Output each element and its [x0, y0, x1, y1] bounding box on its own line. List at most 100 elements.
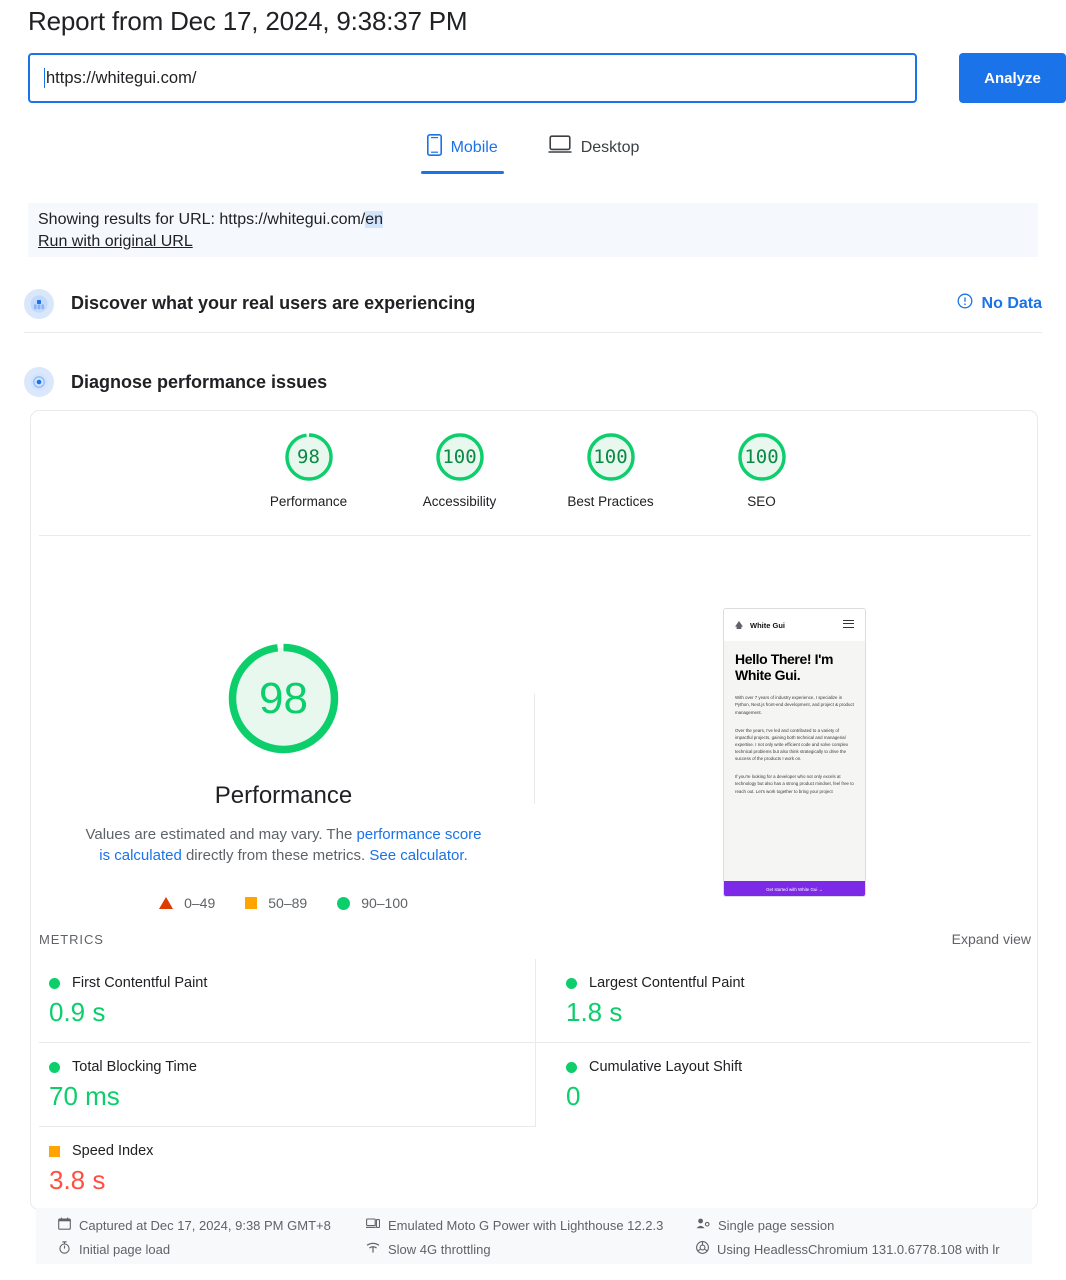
- gauge-accessibility[interactable]: 100 Accessibility: [412, 430, 508, 509]
- score-legend: 0–49 50–89 90–100: [31, 895, 536, 911]
- metadata-throttling: Slow 4G throttling: [366, 1241, 696, 1257]
- section-diagnose: Diagnose performance issues: [24, 353, 1042, 411]
- thumbnail-header: White Gui: [724, 609, 865, 641]
- metadata-throttling-label: Slow 4G throttling: [388, 1241, 491, 1257]
- no-data-label: No Data: [981, 294, 1042, 312]
- desc-part-2: directly from these metrics.: [181, 847, 370, 865]
- metadata-page-load-label: Initial page load: [79, 1241, 171, 1257]
- metric-name: First Contentful Paint: [72, 975, 208, 991]
- metric-name: Largest Contentful Paint: [589, 975, 745, 991]
- performance-description: Values are estimated and may vary. The p…: [31, 824, 536, 867]
- metadata-column-1: Captured at Dec 17, 2024, 9:38 PM GMT+8 …: [36, 1217, 366, 1264]
- gauge-seo[interactable]: 100 SEO: [714, 430, 810, 509]
- metadata-session-label: Single page session: [718, 1217, 835, 1233]
- gauge-label-best-practices: Best Practices: [567, 494, 654, 509]
- stopwatch-icon: [58, 1241, 71, 1257]
- metric-largest-contentful-paint[interactable]: Largest Contentful Paint 1.8 s: [535, 959, 1031, 1043]
- desktop-monitor-icon: [548, 135, 572, 160]
- gauge-label-seo: SEO: [747, 494, 776, 509]
- category-score-gauges: 98 Performance 100 Accessibility 100 Bes…: [31, 430, 1039, 509]
- desc-part-1: Values are estimated and may vary. The: [85, 826, 357, 843]
- performance-gauge: 98: [221, 636, 346, 761]
- metadata-captured-at: Captured at Dec 17, 2024, 9:38 PM GMT+8: [58, 1217, 366, 1233]
- lighthouse-results-card: 98 Performance 100 Accessibility 100 Bes…: [30, 410, 1038, 1210]
- network-throttle-icon: [366, 1241, 380, 1257]
- metric-name: Cumulative Layout Shift: [589, 1059, 743, 1075]
- thumbnail-paragraph-3: If you're looking for a developer who no…: [735, 774, 854, 794]
- metric-title-row: Speed Index: [49, 1143, 535, 1159]
- metric-value: 0: [566, 1081, 581, 1111]
- section-discover-title: Discover what your real users are experi…: [71, 293, 476, 313]
- banner-text: Showing results for URL: https://whitegu…: [38, 211, 1028, 229]
- square-marker-icon: [245, 897, 258, 909]
- form-factor-tabs: Mobile Desktop: [0, 130, 1066, 174]
- metadata-captured-label: Captured at Dec 17, 2024, 9:38 PM GMT+8: [79, 1217, 331, 1233]
- mobile-phone-icon: [426, 134, 442, 161]
- pagespeed-insights-report: Report from Dec 17, 2024, 9:38:37 PM htt…: [0, 0, 1066, 1280]
- metric-name: Total Blocking Time: [72, 1059, 197, 1075]
- gauge-value-seo: 100: [744, 446, 779, 468]
- gauge-value-accessibility: 100: [442, 446, 477, 468]
- metric-value: 3.8 s: [49, 1165, 106, 1195]
- url-input[interactable]: https://whitegui.com/: [28, 53, 917, 103]
- metric-title-row: Total Blocking Time: [49, 1059, 535, 1075]
- users-field-data-icon: [24, 288, 54, 319]
- metadata-page-load: Initial page load: [58, 1241, 366, 1257]
- thumbnail-brand: White Gui: [750, 620, 785, 630]
- metadata-session: Single page session: [696, 1217, 1026, 1233]
- info-circle-icon: [957, 293, 973, 314]
- metric-speed-index[interactable]: Speed Index 3.8 s: [39, 1127, 535, 1210]
- page-screenshot-thumbnail: White Gui Hello There! I'm White Gui. Wi…: [723, 608, 866, 897]
- section-diagnose-title: Diagnose performance issues: [71, 371, 328, 392]
- tab-desktop[interactable]: Desktop: [542, 130, 646, 174]
- calendar-icon: [58, 1217, 71, 1233]
- active-tab-indicator: [420, 171, 504, 174]
- banner-url-highlight: en: [365, 211, 384, 228]
- legend-item-average: 50–89: [245, 895, 307, 911]
- see-calculator-link[interactable]: See calculator.: [369, 847, 467, 864]
- gauge-ring-performance: 98: [282, 430, 336, 484]
- circle-marker-icon: [49, 1061, 60, 1073]
- metadata-column-2: Emulated Moto G Power with Lighthouse 12…: [366, 1217, 696, 1264]
- section-discover: Discover what your real users are experi…: [24, 275, 1042, 333]
- tab-desktop-label: Desktop: [580, 138, 640, 156]
- gauge-ring-accessibility: 100: [433, 430, 487, 484]
- tab-mobile-label: Mobile: [450, 138, 498, 156]
- tab-mobile[interactable]: Mobile: [420, 130, 504, 174]
- hamburger-menu-icon: [843, 619, 854, 631]
- metadata-user-agent: Using HeadlessChromium 131.0.6778.108 wi…: [696, 1241, 1026, 1257]
- gauge-ring-best-practices: 100: [584, 430, 638, 484]
- single-session-icon: [696, 1217, 710, 1233]
- run-with-original-url-link[interactable]: Run with original URL: [38, 233, 193, 251]
- thumbnail-cta-banner: Get started with White Gui →: [724, 881, 865, 896]
- thumbnail-heading: Hello There! I'm White Gui.: [735, 651, 834, 683]
- thumbnail-body: Hello There! I'm White Gui. With over 7 …: [724, 641, 865, 896]
- metadata-column-3: Single page session Using HeadlessChromi…: [696, 1217, 1026, 1264]
- chrome-browser-icon: [696, 1241, 709, 1257]
- analyze-button[interactable]: Analyze: [959, 53, 1066, 103]
- gauge-best-practices[interactable]: 100 Best Practices: [563, 430, 659, 509]
- vertical-divider: [534, 694, 535, 804]
- metric-total-blocking-time[interactable]: Total Blocking Time 70 ms: [39, 1043, 535, 1127]
- gauge-value-performance: 98: [297, 446, 320, 468]
- expand-view-toggle[interactable]: Expand view: [952, 931, 1031, 947]
- card-divider: [39, 535, 1031, 536]
- page-title: Report from Dec 17, 2024, 9:38:37 PM: [28, 6, 468, 36]
- lab-diagnostics-icon: [24, 367, 54, 397]
- metrics-label: METRICS: [39, 932, 104, 947]
- gauge-performance[interactable]: 98 Performance: [261, 430, 357, 509]
- no-data-status[interactable]: No Data: [957, 293, 1042, 314]
- url-analyze-row: https://whitegui.com/ Analyze: [28, 53, 1066, 103]
- text-cursor: [44, 68, 45, 88]
- metadata-emulation: Emulated Moto G Power with Lighthouse 12…: [366, 1217, 696, 1233]
- gauge-label-accessibility: Accessibility: [422, 494, 497, 509]
- legend-range-good: 90–100: [361, 895, 408, 911]
- metric-first-contentful-paint[interactable]: First Contentful Paint 0.9 s: [39, 959, 535, 1043]
- metric-cumulative-layout-shift[interactable]: Cumulative Layout Shift 0: [535, 1043, 1031, 1127]
- square-marker-icon: [49, 1145, 60, 1157]
- circle-marker-icon: [566, 977, 577, 989]
- performance-score-label: Performance: [214, 782, 353, 809]
- metric-value: 70 ms: [49, 1081, 120, 1111]
- metric-title-row: Cumulative Layout Shift: [566, 1059, 1031, 1075]
- triangle-marker-icon: [159, 897, 174, 909]
